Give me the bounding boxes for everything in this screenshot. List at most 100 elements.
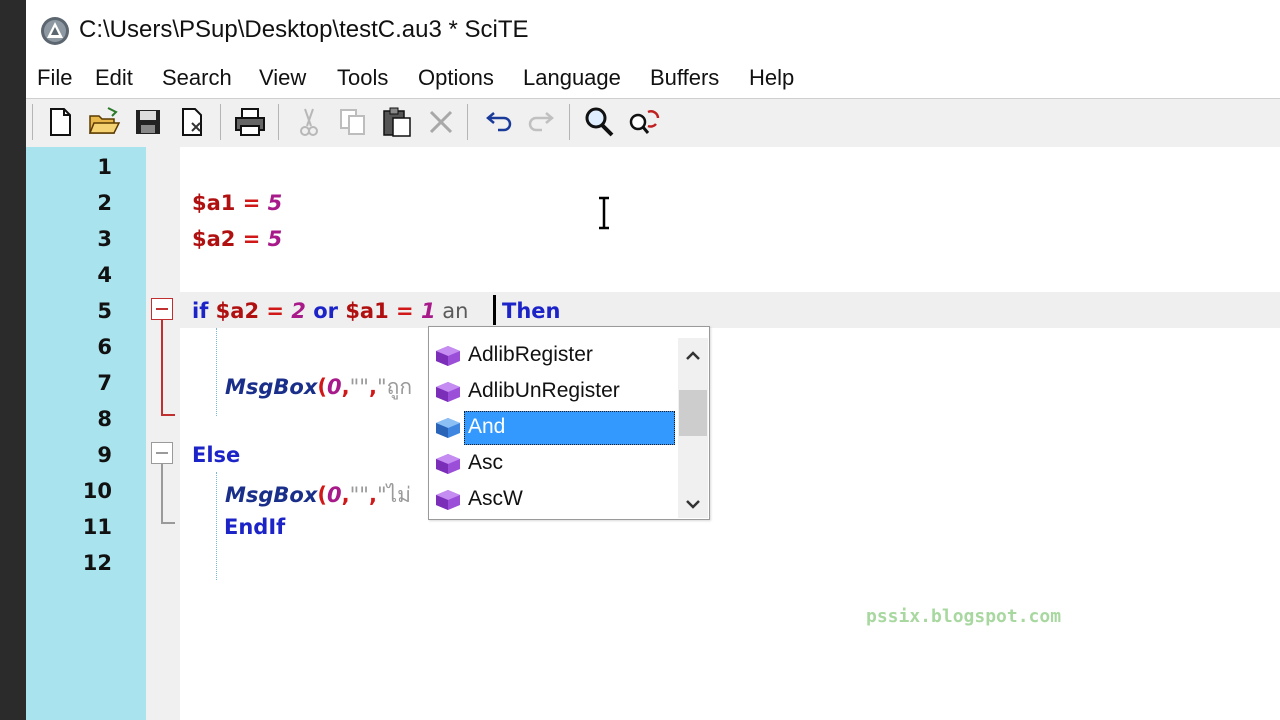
code-line-11: EndIf bbox=[224, 515, 286, 539]
line-number: 11 bbox=[82, 515, 112, 539]
redo-icon[interactable] bbox=[524, 104, 560, 140]
operator-token: , bbox=[341, 483, 350, 507]
string-token: "ถูก bbox=[376, 375, 413, 399]
menu-help[interactable]: Help bbox=[749, 65, 794, 91]
fold-margin bbox=[146, 147, 180, 720]
fold-line bbox=[161, 320, 163, 416]
line-number: 10 bbox=[82, 479, 112, 503]
fold-collapse-icon[interactable] bbox=[151, 298, 173, 320]
menu-language[interactable]: Language bbox=[523, 65, 621, 91]
text-caret bbox=[493, 295, 496, 325]
code-line-7: MsgBox(0,"","ถูก bbox=[225, 371, 412, 404]
indent-guide bbox=[216, 328, 217, 416]
operator-token: = bbox=[235, 227, 268, 251]
copy-icon[interactable] bbox=[335, 104, 371, 140]
operator-token: = bbox=[388, 299, 421, 323]
string-token: "" bbox=[349, 375, 369, 399]
number-token: 1 bbox=[420, 299, 436, 323]
autocomplete-item-selected[interactable]: And bbox=[432, 410, 676, 446]
operator-token: ( bbox=[317, 483, 328, 507]
find-icon[interactable] bbox=[581, 104, 617, 140]
menu-tools[interactable]: Tools bbox=[337, 65, 388, 91]
variable-token: $a1 bbox=[345, 299, 389, 323]
open-folder-icon[interactable] bbox=[86, 104, 122, 140]
menu-view[interactable]: View bbox=[259, 65, 306, 91]
autocomplete-item[interactable]: Asc bbox=[432, 446, 676, 482]
paste-icon[interactable] bbox=[379, 104, 415, 140]
window-title: C:\Users\PSup\Desktop\testC.au3 * SciTE bbox=[79, 16, 529, 43]
toolbar-separator bbox=[467, 104, 468, 140]
scroll-up-icon[interactable] bbox=[683, 346, 703, 366]
indent-guide bbox=[216, 472, 217, 580]
code-line-5: if $a2 = 2 or $a1 = 1 an bbox=[192, 299, 468, 323]
cube-icon bbox=[436, 418, 460, 438]
fold-line bbox=[161, 414, 175, 416]
fold-line bbox=[161, 522, 175, 524]
variable-token: $a2 bbox=[192, 227, 236, 251]
autocomplete-item-label: AdlibUnRegister bbox=[468, 379, 620, 402]
cut-icon[interactable] bbox=[291, 104, 327, 140]
autocomplete-item[interactable]: AscW bbox=[432, 482, 676, 518]
menu-options[interactable]: Options bbox=[418, 65, 494, 91]
print-icon[interactable] bbox=[232, 104, 268, 140]
desktop-edge bbox=[0, 0, 26, 720]
line-number: 7 bbox=[97, 371, 112, 395]
code-line-9: Else bbox=[192, 443, 241, 467]
menu-file[interactable]: File bbox=[37, 65, 72, 91]
line-number: 1 bbox=[97, 155, 112, 179]
toolbar-separator bbox=[278, 104, 279, 140]
toolbar-separator bbox=[569, 104, 570, 140]
line-number: 6 bbox=[97, 335, 112, 359]
line-number: 2 bbox=[97, 191, 112, 215]
line-number: 3 bbox=[97, 227, 112, 251]
autocomplete-item[interactable]: AdlibUnRegister bbox=[432, 374, 676, 410]
variable-token: $a2 bbox=[215, 299, 260, 323]
watermark: pssix.blogspot.com bbox=[866, 606, 1062, 627]
save-icon[interactable] bbox=[130, 104, 166, 140]
undo-icon[interactable] bbox=[480, 104, 516, 140]
cube-icon bbox=[436, 490, 460, 510]
replace-icon[interactable] bbox=[626, 104, 662, 140]
scite-app-icon bbox=[41, 17, 69, 45]
close-file-icon[interactable] bbox=[175, 104, 211, 140]
operator-token: = bbox=[259, 299, 292, 323]
number-token: 5 bbox=[267, 191, 283, 215]
scrollbar-thumb[interactable] bbox=[679, 390, 707, 436]
cube-icon bbox=[436, 454, 460, 474]
cube-icon bbox=[436, 382, 460, 402]
toolbar-separator bbox=[220, 104, 221, 140]
line-number: 5 bbox=[97, 299, 112, 323]
fold-line bbox=[161, 464, 163, 524]
line-number: 8 bbox=[97, 407, 112, 431]
keyword-token: Then bbox=[502, 299, 561, 323]
number-token: 0 bbox=[327, 375, 342, 399]
delete-icon[interactable] bbox=[423, 104, 459, 140]
variable-token: $a1 bbox=[192, 191, 236, 215]
toolbar-separator bbox=[32, 104, 33, 140]
operator-token: ( bbox=[317, 375, 328, 399]
new-file-icon[interactable] bbox=[42, 104, 78, 140]
scroll-down-icon[interactable] bbox=[683, 494, 703, 514]
keyword-token: if bbox=[192, 299, 216, 323]
menu-search[interactable]: Search bbox=[162, 65, 232, 91]
operator-token: , bbox=[368, 483, 377, 507]
menu-buffers[interactable]: Buffers bbox=[650, 65, 719, 91]
code-line-2: $a1 = 5 bbox=[192, 191, 282, 215]
operator-token: , bbox=[341, 375, 350, 399]
operator-token: = bbox=[235, 191, 268, 215]
autocomplete-item-label: AscW bbox=[468, 487, 523, 510]
keyword-token: or bbox=[305, 299, 346, 323]
line-number: 4 bbox=[97, 263, 112, 287]
fold-collapse-icon[interactable] bbox=[151, 442, 173, 464]
function-token: MsgBox bbox=[225, 375, 318, 399]
menu-edit[interactable]: Edit bbox=[95, 65, 133, 91]
cube-icon bbox=[436, 346, 460, 366]
autocomplete-item-label: AdlibRegister bbox=[468, 343, 593, 366]
autocomplete-item-label: And bbox=[468, 415, 506, 438]
code-line-3: $a2 = 5 bbox=[192, 227, 282, 251]
typed-text: an bbox=[435, 299, 469, 323]
autocomplete-item-label: Asc bbox=[468, 451, 504, 474]
number-token: 2 bbox=[291, 299, 306, 323]
code-editor[interactable] bbox=[180, 147, 1280, 720]
autocomplete-item[interactable]: AdlibRegister bbox=[432, 338, 676, 374]
